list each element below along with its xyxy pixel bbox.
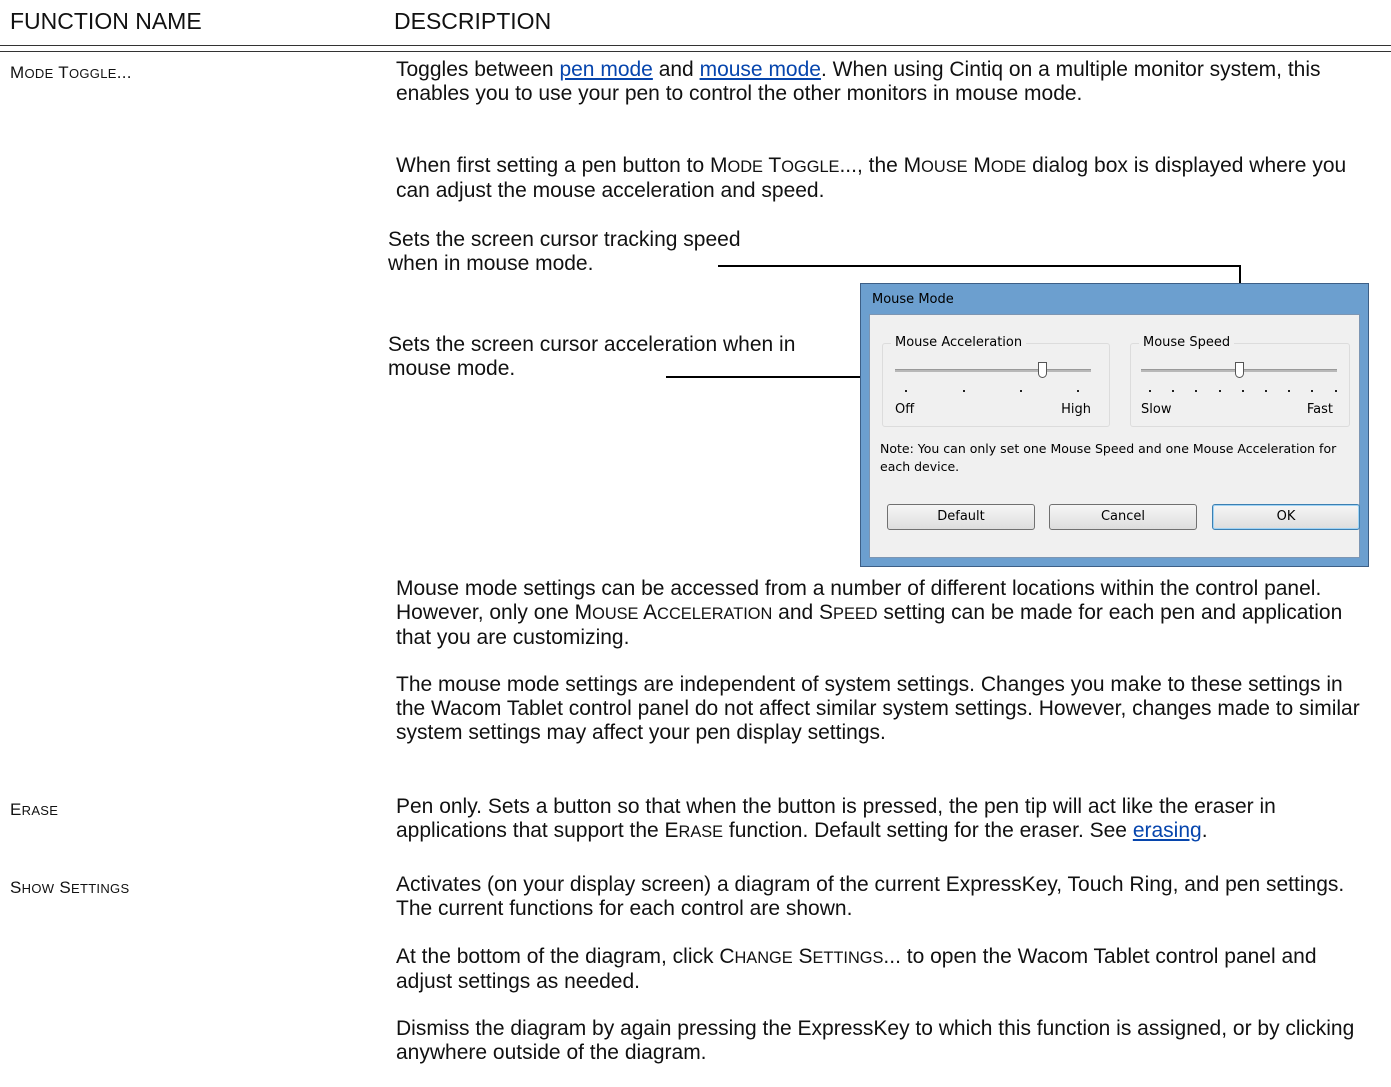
- leader-line-speed-horizontal: [718, 265, 1240, 267]
- show-settings-paragraph-3: Dismiss the diagram by again pressing th…: [396, 1017, 1355, 1064]
- callout-mouse-acceleration: Sets the screen cursor acceleration when…: [388, 333, 796, 380]
- mode-toggle-paragraph-1: Toggles between pen mode and mouse mode.…: [396, 58, 1321, 105]
- acceleration-slider-thumb[interactable]: [1038, 362, 1047, 378]
- acceleration-tick: [963, 390, 965, 392]
- dialog-body: Mouse Acceleration Off High Mouse Speed …: [869, 314, 1360, 558]
- speed-tick: [1218, 390, 1221, 392]
- show-settings-paragraph-1: Activates (on your display screen) a dia…: [396, 873, 1345, 920]
- acceleration-tick: [1077, 390, 1079, 392]
- column-header-description: DESCRIPTION: [394, 8, 552, 34]
- speed-min-label: Slow: [1141, 402, 1172, 417]
- speed-slider-thumb[interactable]: [1235, 362, 1244, 378]
- link-mouse-mode[interactable]: mouse mode: [700, 58, 821, 81]
- default-button[interactable]: Default: [887, 504, 1035, 530]
- acceleration-slider-track[interactable]: [895, 369, 1091, 372]
- acceleration-max-label: High: [1061, 402, 1091, 417]
- speed-tick: [1149, 390, 1151, 392]
- speed-tick: [1288, 390, 1291, 392]
- function-name-mode-toggle: MODE TOGGLE...: [10, 63, 132, 82]
- link-pen-mode[interactable]: pen mode: [559, 58, 652, 81]
- function-name-show-settings: SHOW SETTINGS: [10, 878, 130, 897]
- function-name-erase: ERASE: [10, 800, 59, 819]
- mouse-acceleration-group: Mouse Acceleration Off High: [882, 335, 1110, 427]
- erase-description: Pen only. Sets a button so that when the…: [396, 795, 1276, 842]
- header-rule-top: [0, 45, 1391, 46]
- speed-tick: [1172, 390, 1175, 392]
- speed-tick: [1265, 390, 1267, 392]
- dialog-title: Mouse Mode: [872, 292, 954, 307]
- link-erasing[interactable]: erasing: [1133, 819, 1202, 842]
- ok-button[interactable]: OK: [1212, 504, 1360, 530]
- mouse-acceleration-label: Mouse Acceleration: [891, 335, 1027, 350]
- speed-max-label: Fast: [1306, 402, 1333, 417]
- mode-toggle-paragraph-2: When first setting a pen button to MODE …: [396, 154, 1347, 202]
- acceleration-tick: [1020, 390, 1022, 392]
- acceleration-tick: [905, 390, 907, 392]
- speed-tick: [1195, 390, 1198, 392]
- acceleration-min-label: Off: [895, 402, 915, 417]
- mode-toggle-paragraph-3: Mouse mode settings can be accessed from…: [396, 577, 1343, 649]
- cancel-button[interactable]: Cancel: [1049, 504, 1197, 530]
- header-rule-bottom: [0, 51, 1391, 52]
- mouse-speed-group: Mouse Speed Slow Fast: [1130, 335, 1350, 427]
- show-settings-paragraph-2: At the bottom of the diagram, click CHAN…: [396, 945, 1317, 993]
- table-header: FUNCTION NAME DESCRIPTION: [0, 0, 1391, 42]
- callout-mouse-speed: Sets the screen cursor tracking speed wh…: [388, 228, 741, 275]
- speed-tick: [1241, 390, 1244, 392]
- mouse-speed-label: Mouse Speed: [1139, 335, 1235, 350]
- dialog-note: Note: You can only set one Mouse Speed a…: [880, 441, 1337, 474]
- mouse-mode-dialog: Mouse Mode Mouse Acceleration Off High M…: [860, 283, 1369, 567]
- speed-tick: [1311, 390, 1314, 392]
- mode-toggle-paragraph-4: The mouse mode settings are independent …: [396, 673, 1360, 744]
- column-header-function-name: FUNCTION NAME: [10, 8, 202, 34]
- speed-tick: [1334, 390, 1337, 392]
